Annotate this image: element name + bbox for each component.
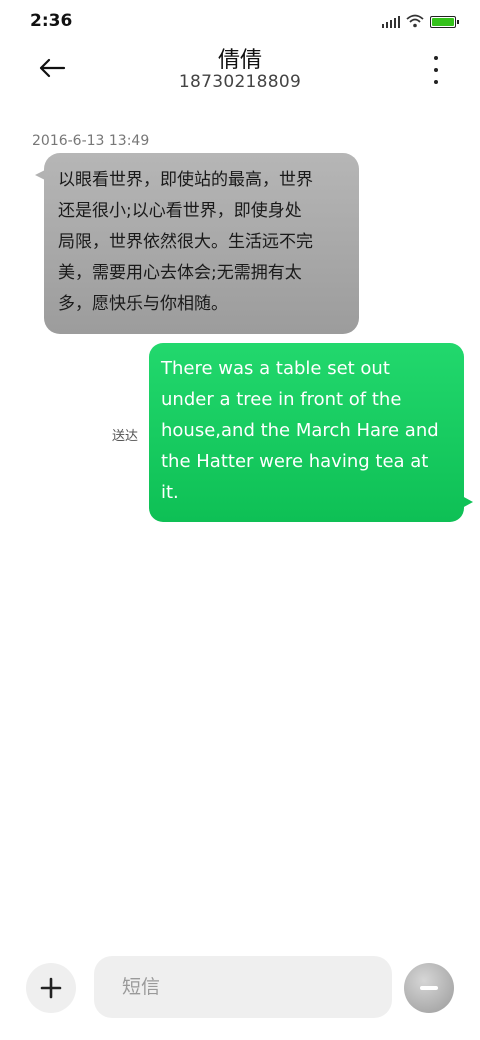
send-button[interactable] [404,963,454,1013]
message-line: 以眼看世界，即使站的最高，世界 [58,170,313,190]
more-options-button[interactable] [428,56,444,84]
message-line: house,and the March Hare and [161,420,439,441]
message-line: it. [161,482,179,503]
message-line: There was a table set out [161,358,390,379]
outgoing-message-bubble[interactable]: There was a table set out under a tree i… [149,343,464,522]
bubble-tail-outgoing [462,496,473,508]
message-timestamp: 2016-6-13 13:49 [32,133,150,149]
message-line: the Hatter were having tea at [161,451,429,472]
conversation-header: 倩倩 18730218809 [0,40,480,100]
message-line: 还是很小;以心看世界，即使身处 [58,201,302,221]
send-icon [420,986,438,990]
message-line: 多，愿快乐与你相随。 [58,294,228,314]
add-attachment-button[interactable] [26,963,76,1013]
contact-number: 18730218809 [178,72,302,92]
delivery-status: 送达 [112,429,139,444]
battery-fill [432,18,454,26]
more-vertical-icon [434,56,438,60]
message-line: 局限，世界依然很大。生活远不完 [58,232,313,252]
contact-name: 倩倩 [217,48,262,73]
battery-icon [430,16,459,28]
status-bar: 2:36 [0,0,480,40]
message-input[interactable] [94,956,392,1018]
incoming-message-bubble[interactable]: 以眼看世界，即使站的最高，世界 还是很小;以心看世界，即使身处 局限，世界依然很… [44,153,359,334]
message-line: under a tree in front of the [161,389,402,410]
status-icons [382,12,459,28]
wifi-icon [406,14,424,28]
signal-icon [382,14,400,28]
message-line: 美，需要用心去体会;无需拥有太 [58,263,302,283]
status-time: 2:36 [30,11,73,31]
plus-icon [40,977,62,999]
